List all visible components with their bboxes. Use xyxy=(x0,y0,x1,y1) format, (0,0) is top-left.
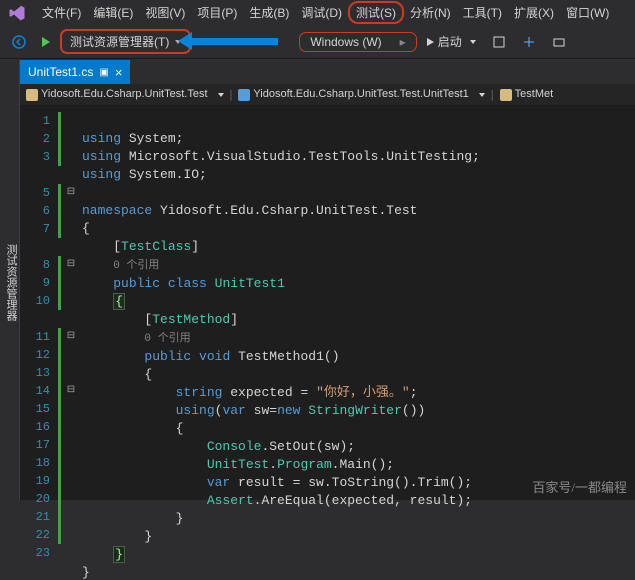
toolbar: 测试资源管理器(T) Windows (W) ▸ 启动 xyxy=(0,25,635,59)
editor-tab-unittest1[interactable]: UnitTest1.cs ▣ × xyxy=(20,60,130,84)
nav-back-button[interactable] xyxy=(6,32,32,52)
menu-edit[interactable]: 编辑(E) xyxy=(87,1,139,24)
play-icon xyxy=(427,38,434,46)
line-gutter: 123567891011121314151617181920212223 xyxy=(20,106,58,500)
toolbar-misc-1[interactable] xyxy=(486,32,512,52)
crumb-method[interactable]: TestMet xyxy=(500,88,554,100)
menubar: 文件(F) 编辑(E) 视图(V) 项目(P) 生成(B) 调试(D) 测试(S… xyxy=(0,0,635,25)
watermark: 百家号/一都编程 xyxy=(532,477,627,496)
menu-tools[interactable]: 工具(T) xyxy=(457,1,508,24)
menu-extensions[interactable]: 扩展(X) xyxy=(508,1,560,24)
fold-gutter[interactable]: ⊟⊟⊟⊟ xyxy=(64,106,78,500)
menu-debug[interactable]: 调试(D) xyxy=(295,1,348,24)
vs-logo-icon xyxy=(4,3,30,23)
menu-project[interactable]: 项目(P) xyxy=(191,1,243,24)
menu-view[interactable]: 视图(V) xyxy=(139,1,191,24)
test-explorer-label: 测试资源管理器(T) xyxy=(70,33,169,50)
play-icon xyxy=(42,37,50,47)
chevron-down-icon xyxy=(470,40,476,44)
crumb-namespace[interactable]: Yidosoft.Edu.Csharp.UnitTest.Test xyxy=(26,88,208,100)
config-dropdown[interactable]: Windows (W) ▸ xyxy=(299,32,416,52)
menu-build[interactable]: 生成(B) xyxy=(243,1,295,24)
tab-filename: UnitTest1.cs xyxy=(28,65,93,79)
breadcrumb: Yidosoft.Edu.Csharp.UnitTest.Test | Yido… xyxy=(20,84,635,106)
toolbar-misc-3[interactable] xyxy=(546,32,572,52)
sidebar-label: 测试资源管理器 xyxy=(5,244,17,321)
start-debug-button[interactable]: 启动 xyxy=(421,30,482,53)
sidebar-test-explorer-tab[interactable]: 测试资源管理器 xyxy=(0,59,20,500)
chevron-down-icon xyxy=(175,40,181,44)
pin-icon[interactable]: ▣ xyxy=(99,67,108,78)
code-content[interactable]: using System; using Microsoft.VisualStud… xyxy=(78,106,635,500)
code-editor[interactable]: 123567891011121314151617181920212223 ⊟⊟⊟… xyxy=(20,106,635,500)
close-icon[interactable]: × xyxy=(115,65,123,80)
tab-well: UnitTest1.cs ▣ × xyxy=(20,60,130,84)
crumb-class[interactable]: Yidosoft.Edu.Csharp.UnitTest.Test.UnitTe… xyxy=(238,88,468,100)
config-label: Windows (W) xyxy=(310,35,381,49)
start-label: 启动 xyxy=(438,33,462,50)
menu-test[interactable]: 测试(S) xyxy=(348,1,404,24)
menu-file[interactable]: 文件(F) xyxy=(36,1,87,24)
run-button[interactable] xyxy=(36,34,56,50)
menu-window[interactable]: 窗口(W) xyxy=(560,1,615,24)
toolbar-misc-2[interactable] xyxy=(516,32,542,52)
test-explorer-button[interactable]: 测试资源管理器(T) xyxy=(60,29,191,54)
menu-analyze[interactable]: 分析(N) xyxy=(404,1,457,24)
